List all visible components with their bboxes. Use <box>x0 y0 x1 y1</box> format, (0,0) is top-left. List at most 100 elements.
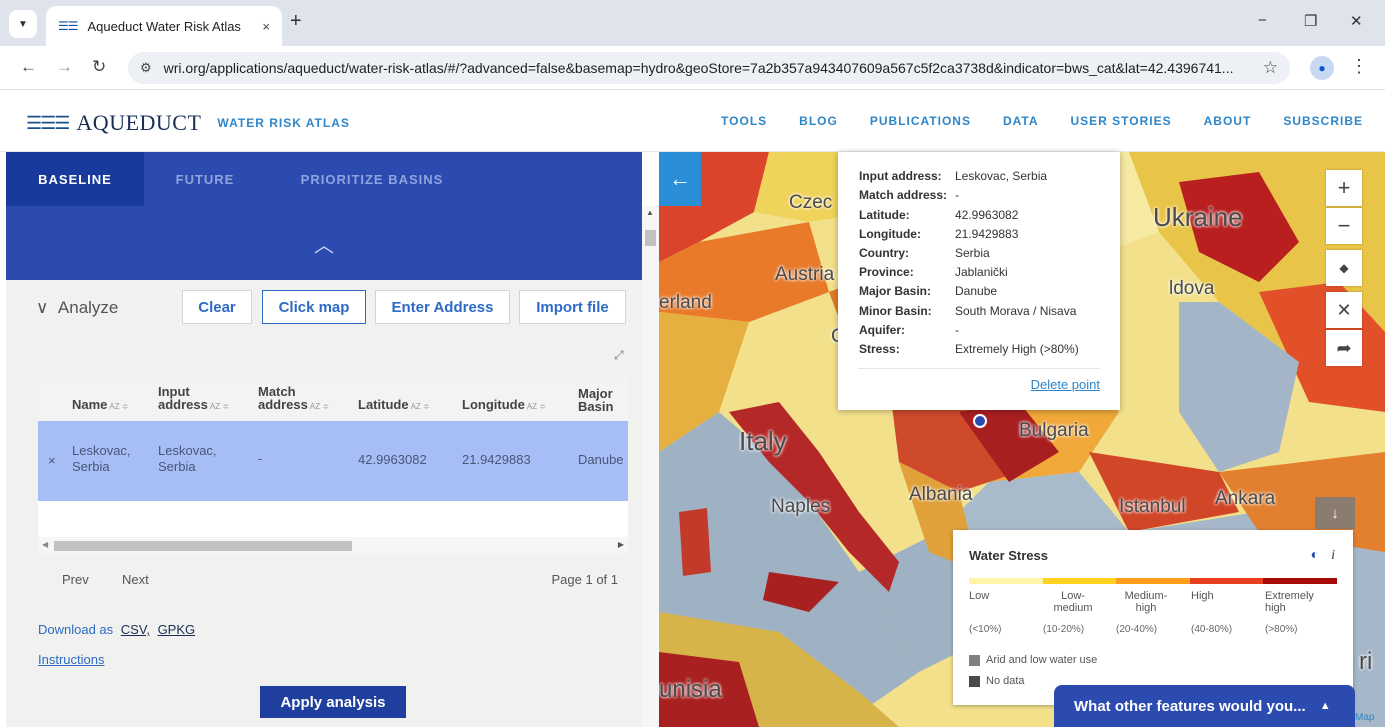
panel-vertical-scrollbar[interactable]: ▲ <box>642 206 659 727</box>
download-gpkg-link[interactable]: GPKG <box>158 622 196 637</box>
sort-icon[interactable]: AZ ≑ <box>527 402 546 411</box>
cell-name: Leskovac, Serbia <box>72 443 131 475</box>
col-longitude-header[interactable]: Longitude AZ ≑ <box>462 398 546 413</box>
popup-key: Stress: <box>859 342 900 356</box>
sort-icon[interactable]: AZ ≑ <box>210 402 229 411</box>
clear-button[interactable]: Clear <box>182 290 252 324</box>
scroll-up-icon[interactable]: ▲ <box>646 208 654 217</box>
tab-close-button[interactable]: × <box>262 19 270 34</box>
map-label-czech: Czec <box>789 192 833 213</box>
remove-row-button[interactable]: × <box>48 453 56 469</box>
nav-tools[interactable]: TOOLS <box>721 114 767 128</box>
nav-blog[interactable]: BLOG <box>799 114 838 128</box>
tab-baseline[interactable]: BASELINE <box>6 152 144 206</box>
zoom-out-button[interactable]: − <box>1326 208 1362 244</box>
popup-row: Longitude: 21.9429883 <box>859 227 1018 241</box>
download-links: Download as CSV, GPKG <box>38 622 195 637</box>
expand-table-icon[interactable]: ⤢ <box>614 348 624 363</box>
site-settings-icon[interactable]: ⚙ <box>140 60 152 76</box>
minimize-button[interactable]: − <box>1258 12 1267 29</box>
collapse-panel-button[interactable]: ︿ <box>6 206 642 280</box>
analyze-heading[interactable]: ∨ Analyze <box>36 298 118 318</box>
map-attribution[interactable]: Map <box>1355 712 1374 723</box>
apply-analysis-button[interactable]: Apply analysis <box>260 686 406 718</box>
tab-search-button[interactable]: ▼ <box>9 10 37 38</box>
tab-future[interactable]: FUTURE <box>144 152 266 206</box>
site-logo[interactable]: ☰☰☰ AQUEDUCT WATER RISK ATLAS <box>26 110 350 136</box>
profile-avatar-icon[interactable]: ● <box>1310 56 1334 80</box>
nav-subscribe[interactable]: SUBSCRIBE <box>1283 114 1363 128</box>
legend-swatch-high <box>1189 578 1264 584</box>
layers-icon: ◆ <box>1339 261 1349 275</box>
popup-value: Extremely High (>80%) <box>955 342 1079 356</box>
nav-data[interactable]: DATA <box>1003 114 1039 128</box>
browser-toolbar: ← → ↻ ⚙ wri.org/applications/aqueduct/wa… <box>0 46 1385 90</box>
next-page-button[interactable]: Next <box>122 572 149 587</box>
popup-value: 21.9429883 <box>955 227 1019 241</box>
browser-tab[interactable]: ☰☰ Aqueduct Water Risk Atlas × <box>46 6 282 46</box>
restore-button[interactable]: ❐ <box>1304 12 1317 30</box>
tab-prioritize-basins[interactable]: PRIORITIZE BASINS <box>282 152 462 206</box>
click-map-button[interactable]: Click map <box>262 290 366 324</box>
nav-about[interactable]: ABOUT <box>1204 114 1252 128</box>
share-button[interactable]: ➦ <box>1326 330 1362 366</box>
collapse-arrows-icon: ✕ <box>1336 299 1352 320</box>
scroll-thumb[interactable] <box>645 230 656 246</box>
minus-icon: − <box>1337 213 1351 238</box>
sort-icon[interactable]: AZ ≑ <box>310 402 329 411</box>
sort-icon[interactable]: AZ ≑ <box>411 402 430 411</box>
location-pin-icon[interactable] <box>973 414 987 428</box>
table-horizontal-scrollbar[interactable]: ◀ ▶ <box>38 537 628 553</box>
popup-key: Country: <box>859 246 909 260</box>
page-info: Page 1 of 1 <box>551 572 619 587</box>
browser-tab-bar: ▼ ☰☰ Aqueduct Water Risk Atlas × + − ❐ ✕ <box>0 0 1385 46</box>
legend-toggle-button[interactable]: ↓ <box>1315 497 1355 529</box>
nav-publications[interactable]: PUBLICATIONS <box>870 114 971 128</box>
col-match-address-header[interactable]: Match address AZ ≑ <box>258 385 329 413</box>
prev-page-button[interactable]: Prev <box>62 572 89 587</box>
legend-category-extremely-high: Extremely high (>80%) <box>1265 590 1335 635</box>
cell-input-line-1: Leskovac, <box>158 443 217 458</box>
popup-divider <box>858 368 1100 369</box>
back-arrow-icon[interactable]: ← <box>20 57 37 77</box>
nav-user-stories[interactable]: USER STORIES <box>1071 114 1172 128</box>
import-file-button[interactable]: Import file <box>519 290 626 324</box>
fullscreen-button[interactable]: ✕ <box>1326 292 1362 328</box>
bookmark-star-icon[interactable]: ☆ <box>1249 58 1278 78</box>
table-pager: Prev Next Page 1 of 1 <box>62 572 632 587</box>
col-latitude-header[interactable]: Latitude AZ ≑ <box>358 398 430 413</box>
zoom-in-button[interactable]: + <box>1326 170 1362 206</box>
forward-arrow-icon[interactable]: → <box>56 57 73 77</box>
layers-button[interactable]: ◆ <box>1326 250 1362 286</box>
browser-menu-icon[interactable]: ⋮ <box>1350 56 1368 77</box>
col-input-address-header[interactable]: Input address AZ ≑ <box>158 385 229 413</box>
table-row[interactable]: × Leskovac, Serbia Leskovac, Serbia - 42.9… <box>38 421 628 501</box>
feedback-widget[interactable]: What other features would you... ▲ <box>1054 685 1355 727</box>
scroll-thumb[interactable] <box>54 541 352 551</box>
scroll-left-icon[interactable]: ◀ <box>42 540 48 549</box>
legend-category-medium-high: Medium-high (20-40%) <box>1116 590 1176 635</box>
enter-address-button[interactable]: Enter Address <box>375 290 510 324</box>
instructions-link[interactable]: Instructions <box>38 652 104 667</box>
reload-icon[interactable]: ↻ <box>92 57 106 77</box>
col-major-basin-header[interactable]: Major Basin <box>578 387 613 413</box>
download-csv-link[interactable]: CSV, <box>121 622 150 637</box>
opacity-icon[interactable]: ◐ <box>1311 546 1319 562</box>
new-tab-button[interactable]: + <box>290 10 302 33</box>
popup-value: South Morava / Nisava <box>955 304 1077 318</box>
col-name-header[interactable]: Name AZ ≑ <box>72 398 129 413</box>
delete-point-link[interactable]: Delete point <box>1031 377 1100 392</box>
popup-key: Aquifer: <box>859 323 905 337</box>
analyze-toolbar: ∨ Analyze Clear Click map Enter Address … <box>36 290 636 330</box>
collapse-sidebar-button[interactable]: ← <box>659 152 701 206</box>
popup-key: Province: <box>859 265 914 279</box>
info-icon[interactable]: i <box>1331 548 1335 563</box>
popup-key: Latitude: <box>859 208 910 222</box>
url-bar[interactable]: ⚙ wri.org/applications/aqueduct/water-ri… <box>128 52 1290 84</box>
close-window-button[interactable]: ✕ <box>1350 12 1363 30</box>
download-label: Download as <box>38 622 114 637</box>
map-label-edge: ri <box>1359 648 1373 675</box>
sort-icon[interactable]: AZ ≑ <box>109 402 128 411</box>
scroll-right-icon[interactable]: ▶ <box>618 540 624 549</box>
map-label-tunisia: unisia <box>659 676 722 703</box>
